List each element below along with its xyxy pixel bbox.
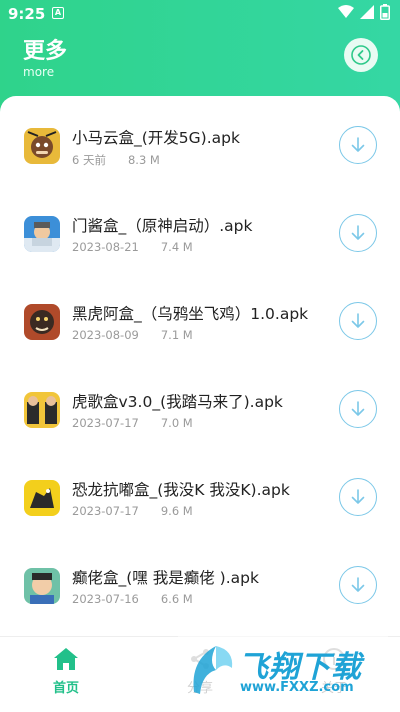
file-list-card: 小马云盒_(开发5G).apk 6 天前 8.3 M 门酱盒_（原神启动）.apk…: [0, 96, 400, 636]
nav-label-home: 首页: [52, 681, 79, 696]
app-icon: [24, 480, 60, 516]
file-date: 2023-07-17: [72, 416, 139, 430]
watermark: 飞翔下载 www.FXXZ.com: [178, 634, 388, 704]
watermark-logo-icon: [193, 646, 233, 694]
file-date: 2023-07-16: [72, 592, 139, 606]
status-bar: 9:25 A: [0, 0, 400, 28]
battery-icon: [380, 4, 390, 20]
download-button[interactable]: [339, 566, 377, 604]
home-icon: [54, 648, 78, 670]
file-name: 门酱盒_（原神启动）.apk: [72, 217, 253, 235]
page-subtitle: more: [23, 65, 55, 79]
file-size: 7.0 M: [160, 416, 193, 430]
list-item[interactable]: 恐龙抗嘟盒_(我没K 我没K).apk 2023-07-17 9.6 M: [0, 474, 400, 562]
watermark-url: www.FXXZ.com: [240, 680, 354, 695]
file-meta: 2023-08-21 7.4 M: [72, 240, 193, 254]
file-size: 6.6 M: [160, 592, 193, 606]
file-date: 2023-08-09: [72, 328, 139, 342]
wifi-icon: [338, 5, 354, 18]
file-name: 恐龙抗嘟盒_(我没K 我没K).apk: [72, 481, 290, 499]
file-date: 2023-07-17: [72, 504, 139, 518]
file-date: 6 天前: [72, 153, 106, 167]
download-icon: [351, 577, 365, 592]
file-meta: 2023-07-16 6.6 M: [72, 592, 193, 606]
file-size: 9.6 M: [160, 504, 193, 518]
nav-home[interactable]: 首页: [26, 647, 106, 696]
download-icon: [351, 401, 365, 416]
signal-icon: [360, 5, 374, 19]
file-meta: 6 天前 8.3 M: [72, 152, 160, 168]
file-size: 8.3 M: [127, 153, 160, 167]
app-icon: [24, 392, 60, 428]
app-icon: [24, 128, 60, 164]
file-size: 7.4 M: [160, 240, 193, 254]
file-size: 7.1 M: [160, 328, 193, 342]
file-meta: 2023-08-09 7.1 M: [72, 328, 193, 342]
back-button[interactable]: [344, 38, 378, 72]
app-icon: [24, 216, 60, 252]
file-date: 2023-08-21: [72, 240, 139, 254]
list-item[interactable]: 门酱盒_（原神启动）.apk 2023-08-21 7.4 M: [0, 210, 400, 298]
status-time: 9:25: [8, 5, 46, 23]
file-name: 小马云盒_(开发5G).apk: [72, 129, 240, 147]
status-icons: [338, 4, 390, 20]
download-icon: [351, 313, 365, 328]
app-icon: [24, 304, 60, 340]
download-icon: [351, 225, 365, 240]
download-button[interactable]: [339, 390, 377, 428]
file-name: 癫佬盒_(嘿 我是癫佬 ).apk: [72, 569, 259, 587]
file-name: 虎歌盒v3.0_(我踏马来了).apk: [72, 393, 283, 411]
list-item[interactable]: 小马云盒_(开发5G).apk 6 天前 8.3 M: [0, 122, 400, 210]
list-item[interactable]: 黑虎阿盒_（乌鸦坐飞鸡）1.0.apk 2023-08-09 7.1 M: [0, 298, 400, 386]
download-button[interactable]: [339, 302, 377, 340]
notification-icon: A: [52, 7, 64, 19]
download-icon: [351, 137, 365, 152]
download-button[interactable]: [339, 126, 377, 164]
app-icon: [24, 568, 60, 604]
file-meta: 2023-07-17 9.6 M: [72, 504, 193, 518]
download-button[interactable]: [339, 214, 377, 252]
download-icon: [351, 489, 365, 504]
page-title: 更多: [23, 39, 68, 64]
file-name: 黑虎阿盒_（乌鸦坐飞鸡）1.0.apk: [72, 305, 309, 323]
download-button[interactable]: [339, 478, 377, 516]
chevron-left-icon: [351, 45, 371, 65]
list-item[interactable]: 虎歌盒v3.0_(我踏马来了).apk 2023-07-17 7.0 M: [0, 386, 400, 474]
file-meta: 2023-07-17 7.0 M: [72, 416, 193, 430]
